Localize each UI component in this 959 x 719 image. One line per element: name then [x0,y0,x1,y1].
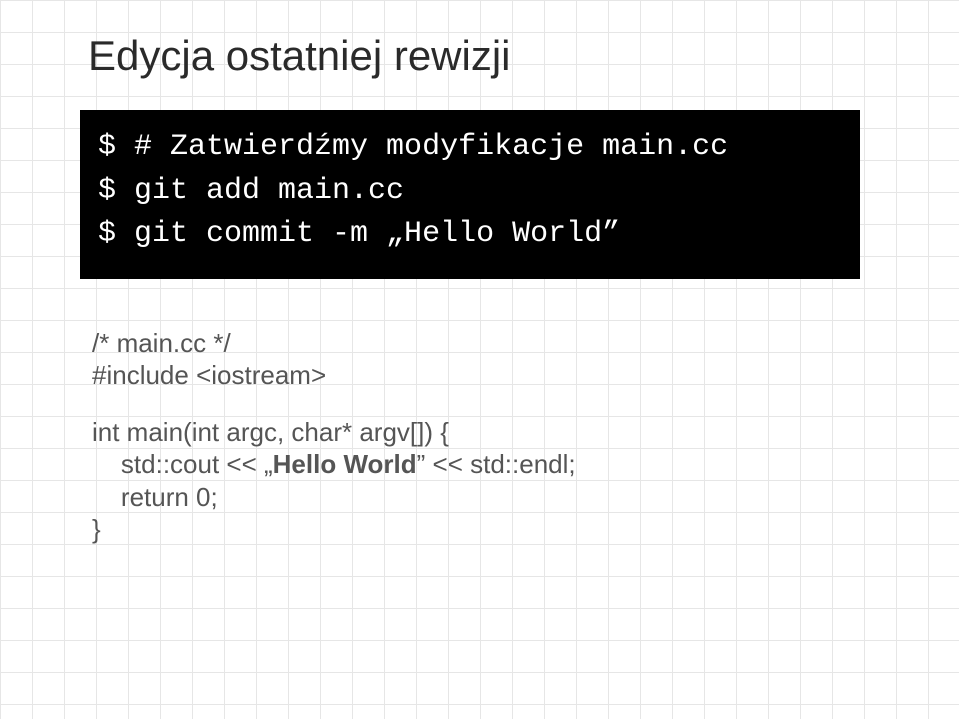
indent [92,449,121,479]
source-close-brace: } [92,513,889,546]
source-return-line: return 0; [92,481,889,514]
return-text: return 0; [121,482,218,512]
terminal-prompt: $ [98,174,134,208]
terminal-text: git add main.cc [134,174,404,208]
terminal-line: $ # Zatwierdźmy modyfikacje main.cc [98,126,842,170]
cout-bold: Hello World [273,449,417,479]
slide-content: Edycja ostatniej rewizji $ # Zatwierdźmy… [0,0,959,719]
terminal-prompt: $ [98,217,134,251]
source-code-block: /* main.cc */ #include <iostream> int ma… [92,327,889,546]
slide-title: Edycja ostatniej rewizji [88,32,889,80]
cout-post: ” << std::endl; [417,449,576,479]
cout-pre: std::cout << „ [121,449,273,479]
terminal-block: $ # Zatwierdźmy modyfikacje main.cc $ gi… [80,110,860,279]
indent [92,482,121,512]
terminal-line: $ git commit -m „Hello World” [98,213,842,257]
terminal-text: git commit -m „Hello World” [134,217,620,251]
source-fn-signature: int main(int argc, char* argv[]) { [92,416,889,449]
terminal-text: # Zatwierdźmy modyfikacje main.cc [134,130,728,164]
source-include: #include <iostream> [92,359,889,392]
source-comment: /* main.cc */ [92,327,889,360]
terminal-line: $ git add main.cc [98,170,842,214]
source-cout-line: std::cout << „Hello World” << std::endl; [92,448,889,481]
terminal-prompt: $ [98,130,134,164]
